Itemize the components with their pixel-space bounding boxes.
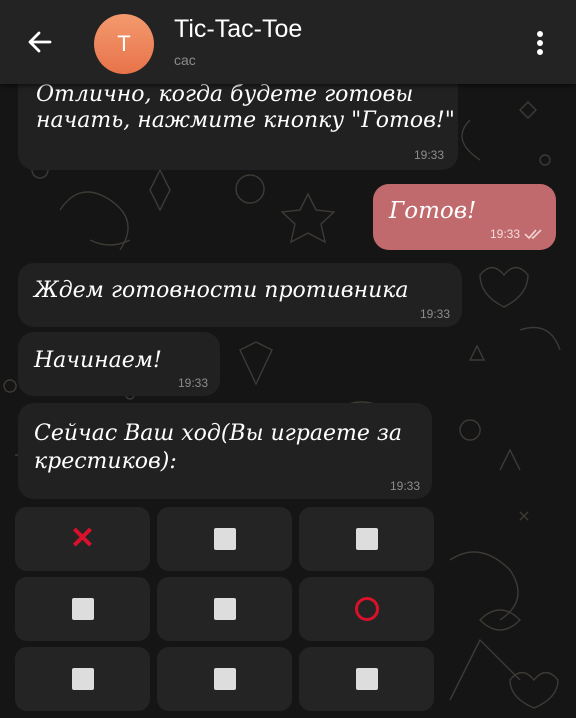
message-time: 19:33 xyxy=(413,148,444,162)
message-text-line: Сейчас Ваш ход(Вы играете за xyxy=(34,421,403,446)
empty-mark xyxy=(15,577,150,641)
circle-mark xyxy=(299,577,434,641)
chat-header: T Tic-Tac-Toe сас xyxy=(0,0,576,84)
double-check-icon xyxy=(524,229,542,240)
board-cell[interactable] xyxy=(157,507,292,571)
empty-mark xyxy=(157,507,292,571)
circle-icon xyxy=(354,597,379,621)
board-cell[interactable]: ✕ xyxy=(15,507,150,571)
incoming-message: Ждем готовности противника 19:33 xyxy=(18,263,462,327)
board-cell[interactable] xyxy=(15,647,150,711)
message-text-line: Начинаем! xyxy=(34,348,162,373)
more-vertical-icon[interactable] xyxy=(529,28,551,58)
board-cell[interactable] xyxy=(299,577,434,641)
board-cell[interactable] xyxy=(157,647,292,711)
chat-title[interactable]: Tic-Tac-Toe xyxy=(174,15,302,44)
board-cell[interactable] xyxy=(299,507,434,571)
board-cell[interactable] xyxy=(15,577,150,641)
message-time: 19:33 xyxy=(177,376,208,390)
chat-subtitle: сас xyxy=(174,52,196,68)
message-time: 19:33 xyxy=(489,227,520,241)
message-time: 19:33 xyxy=(419,307,450,321)
avatar[interactable]: T xyxy=(94,14,154,74)
message-time: 19:33 xyxy=(389,479,420,493)
message-text-line: Готов! xyxy=(389,198,477,224)
message-text-line: крестиков): xyxy=(34,449,177,474)
message-text-line: начать, нажмите кнопку "Готов!" xyxy=(36,108,455,133)
cross-mark: ✕ xyxy=(15,507,150,571)
empty-square-icon xyxy=(355,528,378,550)
empty-square-icon xyxy=(71,668,94,690)
incoming-message: Сейчас Ваш ход(Вы играете за крестиков):… xyxy=(18,403,432,499)
message-text-line: Ждем готовности противника xyxy=(34,278,409,303)
empty-mark xyxy=(15,647,150,711)
empty-mark xyxy=(157,647,292,711)
empty-mark xyxy=(299,507,434,571)
empty-square-icon xyxy=(71,598,94,620)
empty-square-icon xyxy=(213,598,236,620)
empty-square-icon xyxy=(355,668,378,690)
arrow-left-icon[interactable] xyxy=(24,26,56,58)
message-text-line: Отлично, когда будете готовы xyxy=(36,82,414,107)
incoming-message: Начинаем! 19:33 xyxy=(18,332,220,396)
cell-mark: ✕ xyxy=(69,522,96,555)
empty-mark xyxy=(157,577,292,641)
empty-square-icon xyxy=(213,528,236,550)
empty-mark xyxy=(299,647,434,711)
empty-square-icon xyxy=(213,668,236,690)
outgoing-message: Готов! 19:33 xyxy=(373,184,556,250)
board-cell[interactable] xyxy=(157,577,292,641)
board-cell[interactable] xyxy=(299,647,434,711)
